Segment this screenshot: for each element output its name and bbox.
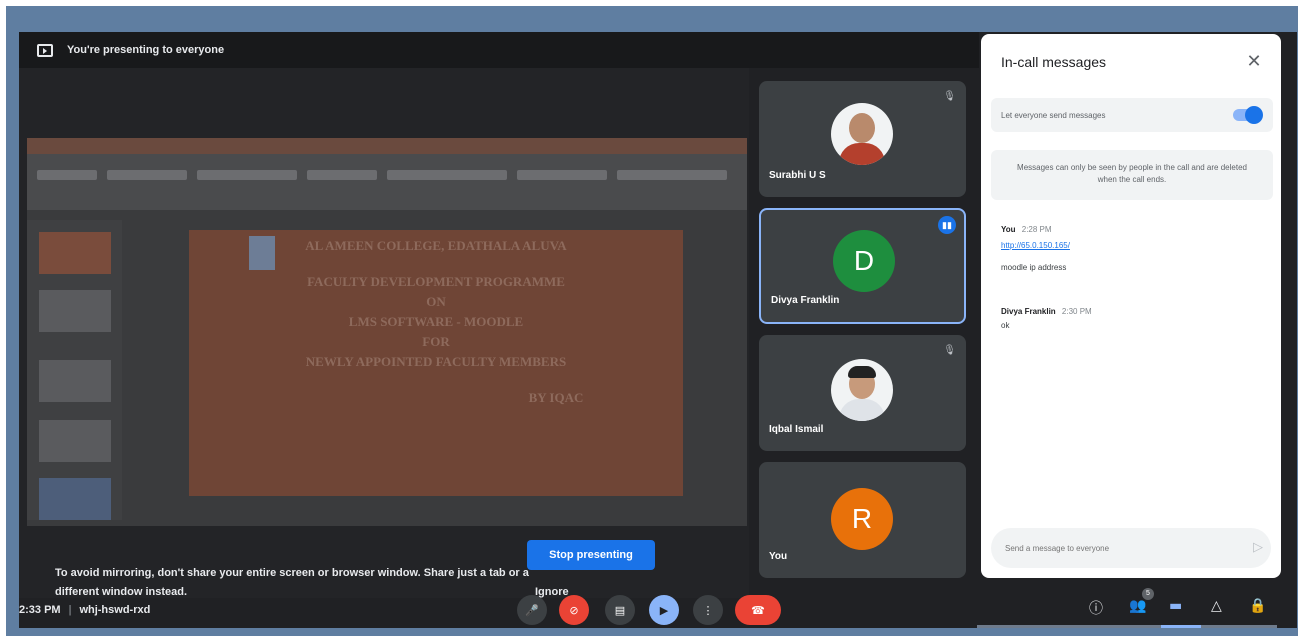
presenting-banner: You're presenting to everyone <box>19 32 979 68</box>
slide-line: FOR <box>422 334 450 349</box>
presentation-stage: AL AMEEN COLLEGE, EDATHALA ALUVA FACULTY… <box>19 68 749 598</box>
meeting-code: whj-hswd-rxd <box>79 604 151 616</box>
participant-name: Divya Franklin <box>771 295 840 306</box>
message-time: 2:28 PM <box>1021 225 1052 234</box>
slide-line: ON <box>426 294 446 309</box>
participant-tile-divya[interactable]: ▮▮ D Divya Franklin <box>759 208 966 324</box>
ppt-titlebar <box>27 138 747 154</box>
participant-photo <box>831 103 893 165</box>
chat-message: Divya Franklin 2:30 PM ok <box>1001 306 1092 332</box>
camera-off-button[interactable]: ⊘ <box>559 595 589 625</box>
message-sender: You <box>1001 225 1016 234</box>
participant-avatar: R <box>831 488 893 550</box>
message-input[interactable] <box>991 528 1271 568</box>
message-text: ok <box>1001 321 1010 330</box>
microphone-button[interactable]: 🎤 <box>517 595 547 625</box>
people-icon[interactable]: 👥 <box>1129 598 1146 614</box>
slide-line: AL AMEEN COLLEGE, EDATHALA ALUVA <box>305 238 567 253</box>
allow-messages-row: Let everyone send messages <box>991 98 1273 132</box>
slide-line: BY IQAC <box>528 390 584 405</box>
participant-tile-iqbal[interactable]: 🎙 Iqbal Ismail <box>759 335 966 451</box>
people-count-badge: 5 <box>1142 588 1154 600</box>
slide-line: LMS SOFTWARE - MOODLE <box>348 314 524 329</box>
present-now-button[interactable]: ▶ <box>649 595 679 625</box>
slide-canvas: AL AMEEN COLLEGE, EDATHALA ALUVA FACULTY… <box>189 230 683 496</box>
present-to-all-icon <box>37 43 53 57</box>
allow-messages-toggle[interactable] <box>1233 106 1263 124</box>
slide-line: FACULTY DEVELOPMENT PROGRAMME <box>307 274 565 289</box>
meet-window: You're presenting to everyone AL AMEEN C… <box>19 32 1297 628</box>
in-call-messages-panel: In-call messages ✕ Let everyone send mes… <box>981 34 1281 578</box>
panel-title: In-call messages <box>1001 54 1107 70</box>
chat-message: You 2:28 PM http://65.0.150.165/ moodle … <box>1001 224 1070 274</box>
participant-name: Surabhi U S <box>769 170 826 181</box>
activities-icon[interactable]: △ <box>1211 598 1222 614</box>
mic-off-icon: 🎙 <box>943 91 956 102</box>
message-text: moodle ip address <box>1001 263 1067 272</box>
active-tab-indicator <box>977 625 1277 628</box>
participant-tile-you[interactable]: R You <box>759 462 966 578</box>
captions-button[interactable]: ▤ <box>605 595 635 625</box>
shared-screen-preview: AL AMEEN COLLEGE, EDATHALA ALUVA FACULTY… <box>27 138 747 526</box>
meeting-details-icon[interactable]: ⓘ <box>1089 598 1103 618</box>
mic-off-icon: 🎙 <box>943 345 956 356</box>
slide-line: NEWLY APPOINTED FACULTY MEMBERS <box>305 354 567 369</box>
leave-call-button[interactable]: ☎ <box>735 595 781 625</box>
ppt-ribbon <box>27 154 747 210</box>
send-icon[interactable]: ▷ <box>1253 539 1263 555</box>
participant-avatar: D <box>833 230 895 292</box>
call-controls-bar: 2:33 PM | whj-hswd-rxd 🎤 ⊘ ▤ ▶ ⋮ ☎ ⓘ 👥 5 ▬… <box>19 588 1297 628</box>
participant-name: Iqbal Ismail <box>769 424 824 435</box>
message-time: 2:30 PM <box>1061 307 1092 316</box>
chat-icon[interactable]: ▬ <box>1169 598 1182 614</box>
more-options-button[interactable]: ⋮ <box>693 595 723 625</box>
host-controls-icon[interactable]: 🔒 <box>1249 598 1266 614</box>
participant-tile-surabhi[interactable]: 🎙 Surabhi U S <box>759 81 966 197</box>
presenting-banner-text: You're presenting to everyone <box>67 44 225 56</box>
stop-presenting-button[interactable]: Stop presenting <box>527 540 655 570</box>
message-link[interactable]: http://65.0.150.165/ <box>1001 240 1070 252</box>
current-time: 2:33 PM <box>19 604 61 616</box>
participant-photo <box>831 359 893 421</box>
speaking-indicator-icon: ▮▮ <box>938 216 956 234</box>
slide-thumbnails <box>27 220 122 520</box>
close-icon[interactable]: ✕ <box>1241 48 1267 74</box>
message-sender: Divya Franklin <box>1001 307 1056 316</box>
allow-messages-label: Let everyone send messages <box>1001 111 1106 120</box>
participant-name: You <box>769 551 788 562</box>
chat-notice: Messages can only be seen by people in t… <box>991 150 1273 200</box>
meeting-info: 2:33 PM | whj-hswd-rxd <box>19 604 151 616</box>
